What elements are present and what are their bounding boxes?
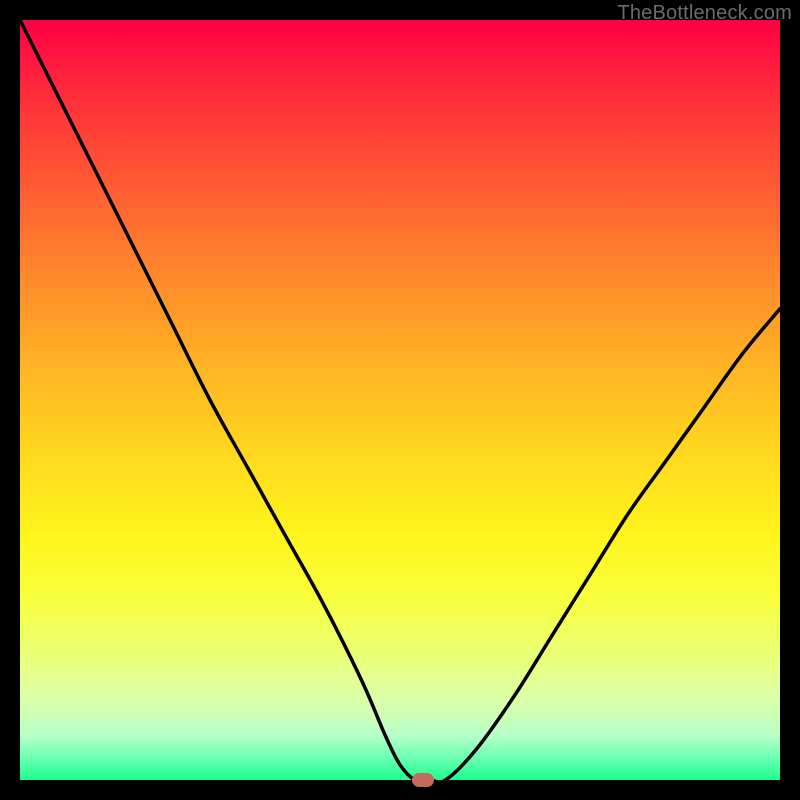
curve-svg <box>20 20 780 780</box>
optimum-marker <box>412 773 434 787</box>
chart-frame: TheBottleneck.com <box>0 0 800 800</box>
bottleneck-curve <box>20 20 780 782</box>
plot-area <box>20 20 780 780</box>
